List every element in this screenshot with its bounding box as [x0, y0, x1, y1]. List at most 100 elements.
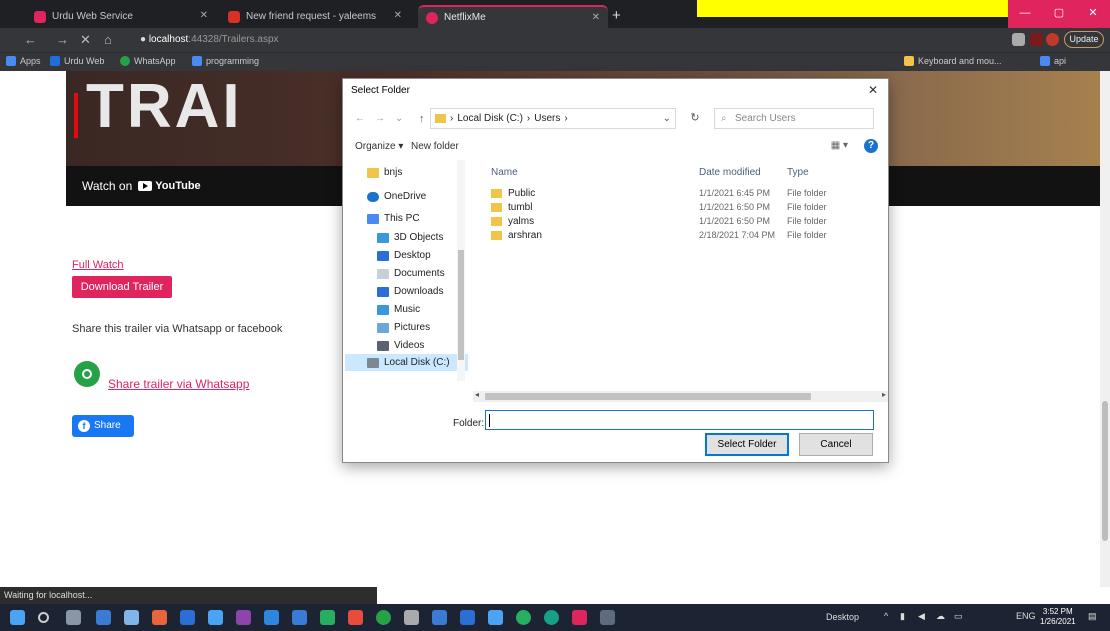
minimize-button[interactable]: — — [1008, 0, 1042, 28]
clock[interactable]: 3:52 PM 1/26/2021 — [1040, 607, 1076, 627]
stop-icon[interactable]: ✕ — [80, 32, 91, 48]
address-bar[interactable]: ● localhost:44328/Trailers.aspx — [140, 31, 1010, 49]
list-item[interactable]: arshran 2/18/2021 7:04 PM File folder — [491, 230, 881, 244]
cancel-button[interactable]: Cancel — [799, 433, 873, 456]
tree-item-onedrive[interactable]: OneDrive — [367, 188, 426, 205]
tab-urdu-web-service[interactable]: Urdu Web Service ✕ — [26, 5, 216, 28]
search-input[interactable]: ⌕ Search Users — [714, 108, 874, 129]
app-icon[interactable] — [208, 610, 223, 625]
app-icon[interactable] — [320, 610, 335, 625]
bookmark-api[interactable]: api — [1040, 56, 1066, 66]
bookmark-keyboard[interactable]: Keyboard and mou... — [904, 56, 1002, 66]
chrome-icon[interactable] — [516, 610, 531, 625]
up-arrow-icon[interactable]: ↑ — [419, 113, 425, 125]
organize-menu[interactable]: Organize ▾ — [355, 141, 403, 152]
watch-on-youtube[interactable]: Watch on YouTube — [82, 179, 201, 193]
breadcrumb-local-disk[interactable]: Local Disk (C:) — [457, 109, 523, 128]
horizontal-scrollbar[interactable]: ◂ ▸ — [473, 390, 888, 402]
scroll-right-icon[interactable]: ▸ — [882, 390, 886, 399]
tab-netflixme[interactable]: NetflixMe ✕ — [418, 5, 608, 28]
whatsapp-icon[interactable] — [74, 361, 100, 387]
app-icon[interactable] — [180, 610, 195, 625]
scroll-left-icon[interactable]: ◂ — [475, 390, 479, 399]
windows-start-icon[interactable] — [10, 610, 25, 625]
tree-item-this-pc[interactable]: This PC — [367, 210, 420, 227]
new-tab-button[interactable]: + — [612, 7, 621, 24]
app-icon[interactable] — [124, 610, 139, 625]
close-icon[interactable]: ✕ — [394, 10, 402, 21]
back-icon[interactable]: ← — [355, 113, 365, 124]
chevron-down-icon[interactable]: ⌄ — [663, 109, 671, 128]
home-icon[interactable]: ⌂ — [104, 32, 112, 47]
update-button[interactable]: Update — [1064, 31, 1104, 48]
onedrive-icon[interactable]: ☁ — [936, 611, 945, 622]
forward-icon[interactable]: → — [375, 113, 385, 124]
chevron-down-icon[interactable]: ⌄ — [395, 113, 403, 124]
list-item[interactable]: tumbl 1/1/2021 6:50 PM File folder — [491, 202, 881, 216]
maximize-button[interactable]: ▢ — [1042, 0, 1076, 28]
task-view-icon[interactable] — [66, 610, 81, 625]
app-icon[interactable] — [572, 610, 587, 625]
vscode-icon[interactable] — [264, 610, 279, 625]
app-icon[interactable] — [544, 610, 559, 625]
close-window-button[interactable]: ✕ — [1076, 0, 1110, 28]
close-icon[interactable]: ✕ — [592, 12, 600, 23]
extension-icon[interactable] — [1030, 33, 1043, 46]
bookmark-whatsapp[interactable]: WhatsApp — [120, 56, 176, 66]
profile-avatar[interactable] — [1046, 33, 1059, 46]
tab-friend-request[interactable]: New friend request - yaleems ✕ — [220, 5, 410, 28]
bookmark-apps[interactable]: Apps — [6, 56, 41, 66]
tree-item-3d-objects[interactable]: 3D Objects — [377, 229, 443, 246]
tree-item-pictures[interactable]: Pictures — [377, 319, 430, 336]
forward-icon[interactable]: → — [56, 32, 69, 47]
app-icon[interactable] — [96, 610, 111, 625]
app-icon[interactable] — [432, 610, 447, 625]
desktop-toolbar[interactable]: Desktop — [826, 612, 859, 622]
back-icon[interactable]: ← — [24, 32, 37, 47]
tree-item-bnjs[interactable]: bnjs — [367, 164, 402, 181]
notifications-icon[interactable]: ▤ — [1088, 611, 1097, 622]
list-item[interactable]: Public 1/1/2021 6:45 PM File folder — [491, 188, 881, 202]
app-icon[interactable] — [460, 610, 475, 625]
tree-item-videos[interactable]: Videos — [377, 337, 424, 354]
app-icon[interactable] — [348, 610, 363, 625]
new-folder-button[interactable]: New folder — [411, 141, 459, 152]
language-indicator[interactable]: ENG — [1016, 611, 1036, 621]
breadcrumb-users[interactable]: Users — [534, 109, 560, 128]
scrollbar-thumb[interactable] — [485, 393, 811, 400]
share-whatsapp-link[interactable]: Share trailer via Whatsapp — [108, 377, 249, 391]
tree-item-local-disk[interactable]: Local Disk (C:) — [345, 354, 468, 371]
bookmark-urdu-web[interactable]: Urdu Web — [50, 56, 104, 66]
list-item[interactable]: yalms 1/1/2021 6:50 PM File folder — [491, 216, 881, 230]
volume-icon[interactable]: ◀ — [918, 611, 925, 622]
search-icon[interactable] — [38, 612, 49, 623]
close-icon[interactable]: ✕ — [200, 10, 208, 21]
scrollbar-thumb[interactable] — [458, 250, 464, 360]
column-name[interactable]: Name — [491, 167, 518, 178]
download-trailer-button[interactable]: Download Trailer — [72, 276, 172, 298]
tray-chevron-icon[interactable]: ^ — [884, 611, 888, 621]
tree-item-music[interactable]: Music — [377, 301, 420, 318]
scrollbar-thumb[interactable] — [1102, 401, 1108, 541]
whatsapp-icon[interactable] — [376, 610, 391, 625]
bookmark-programming[interactable]: programming — [192, 56, 259, 66]
facebook-share-button[interactable]: Share — [72, 415, 134, 437]
close-icon[interactable]: ✕ — [868, 83, 878, 97]
visual-studio-icon[interactable] — [236, 610, 251, 625]
view-options-icon[interactable]: ▦ ▾ — [831, 140, 848, 151]
app-icon[interactable] — [488, 610, 503, 625]
help-icon[interactable]: ? — [864, 139, 878, 153]
tree-scrollbar[interactable] — [457, 160, 465, 381]
address-breadcrumb[interactable]: › Local Disk (C:) › Users › ⌄ — [430, 108, 676, 129]
page-scrollbar[interactable] — [1100, 71, 1110, 587]
tree-item-desktop[interactable]: Desktop — [377, 247, 431, 264]
tree-item-documents[interactable]: Documents — [377, 265, 445, 282]
select-folder-button[interactable]: Select Folder — [705, 433, 789, 456]
column-date-modified[interactable]: Date modified — [699, 167, 761, 178]
app-icon[interactable] — [292, 610, 307, 625]
column-type[interactable]: Type — [787, 167, 809, 178]
app-icon[interactable] — [404, 610, 419, 625]
app-icon[interactable] — [152, 610, 167, 625]
app-icon[interactable] — [600, 610, 615, 625]
battery-icon[interactable]: ▭ — [954, 611, 963, 622]
